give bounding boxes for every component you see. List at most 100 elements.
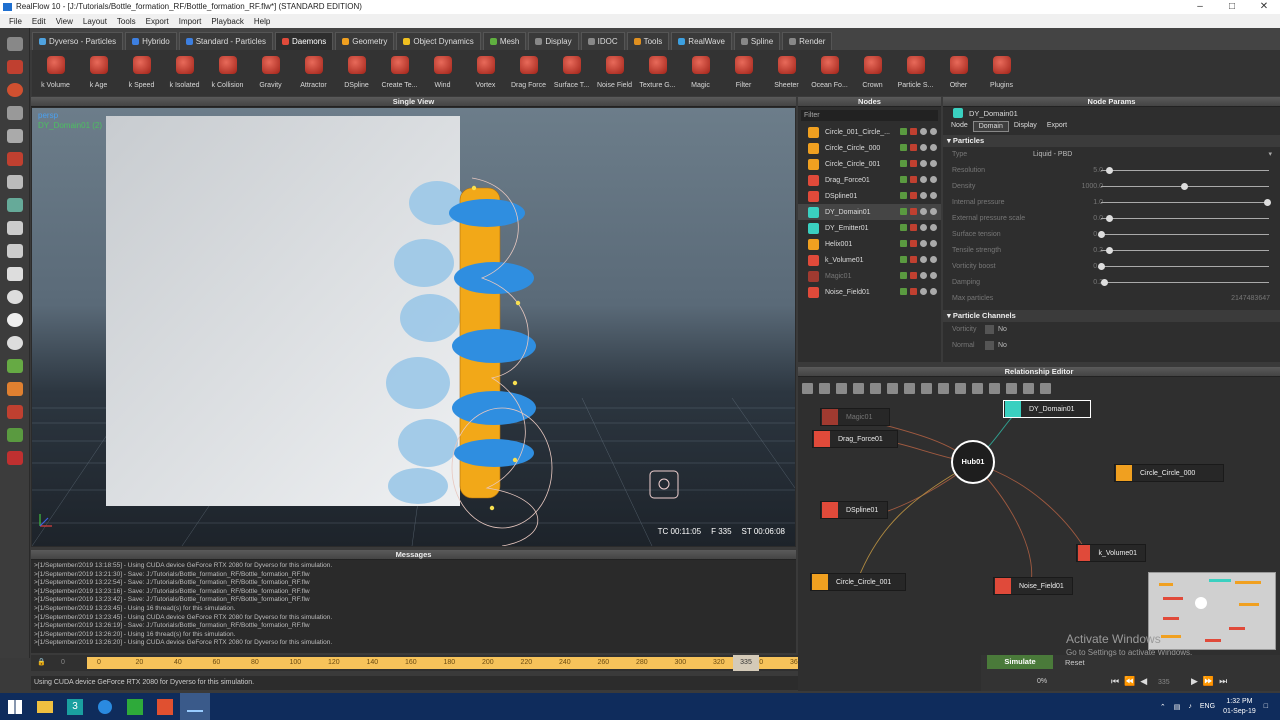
camtasia-icon[interactable] xyxy=(120,693,150,720)
vorticity-checkbox[interactable] xyxy=(985,325,994,334)
param-slider-knob[interactable] xyxy=(1106,167,1114,174)
tree-icon[interactable] xyxy=(1040,383,1051,394)
max-particles-value[interactable]: 2147483647 xyxy=(1231,295,1270,302)
camera-icon[interactable] xyxy=(6,451,23,465)
tab-7[interactable]: Display xyxy=(528,32,579,50)
node-row[interactable]: Circle_001_Circle_... xyxy=(798,124,941,140)
param-slider[interactable] xyxy=(1101,250,1269,251)
param-value[interactable]: 0.0 xyxy=(1063,215,1103,222)
layout-icon[interactable] xyxy=(870,383,881,394)
relationship-node[interactable]: DSpline01 xyxy=(820,501,888,519)
fit-icon[interactable] xyxy=(904,383,915,394)
tab-1[interactable]: Hybrido xyxy=(125,32,177,50)
playback-frame[interactable]: 335 xyxy=(1158,679,1170,686)
rotate-tool-icon[interactable] xyxy=(6,83,23,97)
unlink-icon[interactable] xyxy=(989,383,1000,394)
daemon-tool-16[interactable]: Filter xyxy=(722,50,765,96)
param-slider-knob[interactable] xyxy=(1098,231,1105,238)
start-icon[interactable] xyxy=(0,693,30,720)
nodes-filter-input[interactable]: Filter xyxy=(801,110,938,121)
node-visibility-icons[interactable] xyxy=(900,272,937,279)
param-value[interactable]: 1.0 xyxy=(1063,199,1103,206)
daemon-tool-19[interactable]: Crown xyxy=(851,50,894,96)
param-slider-knob[interactable] xyxy=(1106,247,1114,254)
message-list[interactable]: >[1/September/2019 13:18:55] - Using CUD… xyxy=(31,560,796,650)
menu-layout[interactable]: Layout xyxy=(78,17,112,26)
cube-tool-icon[interactable] xyxy=(6,221,23,235)
param-value[interactable]: 0.2 xyxy=(1063,279,1103,286)
particles-section[interactable]: ▾ Particles xyxy=(943,135,1280,147)
daemon-tool-5[interactable]: Gravity xyxy=(249,50,292,96)
node-visibility-icons[interactable] xyxy=(900,128,937,135)
pen-tool-icon[interactable] xyxy=(6,175,23,189)
wire-cube-icon[interactable] xyxy=(6,267,23,281)
tab-11[interactable]: Spline xyxy=(733,32,781,50)
daemon-tool-18[interactable]: Ocean Fo... xyxy=(808,50,851,96)
tray-chevron-icon[interactable]: ⌃ xyxy=(1160,703,1166,711)
particle-channels-section[interactable]: ▾ Particle Channels xyxy=(943,310,1280,322)
realflow-icon[interactable] xyxy=(180,693,210,720)
minimize-icon[interactable]: – xyxy=(1184,0,1216,14)
file-explorer-icon[interactable] xyxy=(30,693,60,720)
cut-icon[interactable] xyxy=(887,383,898,394)
sphere-icon[interactable] xyxy=(6,290,23,304)
daemon-tool-10[interactable]: Vortex xyxy=(464,50,507,96)
node-row[interactable]: DY_Emitter01 xyxy=(798,220,941,236)
tab-5[interactable]: Object Dynamics xyxy=(396,32,481,50)
tab-12[interactable]: Render xyxy=(782,32,833,50)
current-frame-marker[interactable]: 335 xyxy=(733,655,759,671)
param-value[interactable]: 0.0 xyxy=(1063,263,1103,270)
param-slider[interactable] xyxy=(1101,234,1269,235)
add-node-icon[interactable] xyxy=(802,383,813,394)
param-value[interactable]: 0.2 xyxy=(1063,247,1103,254)
clock[interactable]: 1:32 PM 01-Sep-19 xyxy=(1223,697,1256,717)
node-visibility-icons[interactable] xyxy=(900,288,937,295)
param-slider-knob[interactable] xyxy=(1264,199,1271,206)
tab-export[interactable]: Export xyxy=(1042,121,1072,132)
relationship-node[interactable]: Drag_Force01 xyxy=(812,430,898,448)
normal-checkbox[interactable] xyxy=(985,341,994,350)
relationship-node[interactable]: DY_Domain01 xyxy=(1003,400,1091,418)
param-slider[interactable] xyxy=(1101,266,1269,267)
menu-playback[interactable]: Playback xyxy=(206,17,248,26)
daemon-tool-13[interactable]: Noise Field xyxy=(593,50,636,96)
lock-icon[interactable]: 🔒 xyxy=(37,658,46,666)
menu-tools[interactable]: Tools xyxy=(112,17,141,26)
node-visibility-icons[interactable] xyxy=(900,240,937,247)
edge-icon[interactable] xyxy=(90,693,120,720)
node-visibility-icons[interactable] xyxy=(900,144,937,151)
daemon-tool-0[interactable]: k Volume xyxy=(34,50,77,96)
daemon-tool-11[interactable]: Drag Force xyxy=(507,50,550,96)
scale-tool-icon[interactable] xyxy=(6,60,23,74)
param-slider[interactable] xyxy=(1101,218,1269,219)
daemon-tool-8[interactable]: Create Te... xyxy=(378,50,421,96)
simulate-button[interactable]: Simulate xyxy=(987,655,1053,669)
camera-icon[interactable] xyxy=(836,383,847,394)
tab-node[interactable]: Node xyxy=(946,121,973,132)
node-visibility-icons[interactable] xyxy=(900,208,937,215)
maximize-icon[interactable]: □ xyxy=(1216,0,1248,14)
chevron-down-icon[interactable]: ▾ xyxy=(1268,150,1272,158)
play-controls[interactable]: ▶⏩⏭ xyxy=(1191,676,1232,687)
node-row[interactable]: Magic01 xyxy=(798,268,941,284)
daemon-tool-21[interactable]: Other xyxy=(937,50,980,96)
param-value[interactable]: 0.0 xyxy=(1063,231,1103,238)
export-icon[interactable] xyxy=(6,428,23,442)
node-row[interactable]: Noise_Field01 xyxy=(798,284,941,300)
relationship-node[interactable]: Circle_Circle_000 xyxy=(1114,464,1224,482)
ungroup-icon[interactable] xyxy=(938,383,949,394)
daemon-tool-12[interactable]: Surface T... xyxy=(550,50,593,96)
node-row[interactable]: Circle_Circle_001 xyxy=(798,156,941,172)
type-select[interactable]: Liquid - PBD xyxy=(1033,151,1072,158)
grid-icon[interactable] xyxy=(853,383,864,394)
tab-6[interactable]: Mesh xyxy=(482,32,527,50)
3dsmax-icon[interactable]: 3 xyxy=(60,693,90,720)
tab-domain[interactable]: Domain xyxy=(972,121,1009,132)
hub-icon[interactable] xyxy=(819,383,830,394)
tab-4[interactable]: Geometry xyxy=(335,32,395,50)
close-icon[interactable]: ✕ xyxy=(1248,0,1280,14)
reset-button[interactable]: Reset xyxy=(1065,658,1085,667)
daemon-tool-3[interactable]: k Isolated xyxy=(163,50,206,96)
tab-0[interactable]: Dyverso - Particles xyxy=(32,32,124,50)
daemon-tool-15[interactable]: Magic xyxy=(679,50,722,96)
